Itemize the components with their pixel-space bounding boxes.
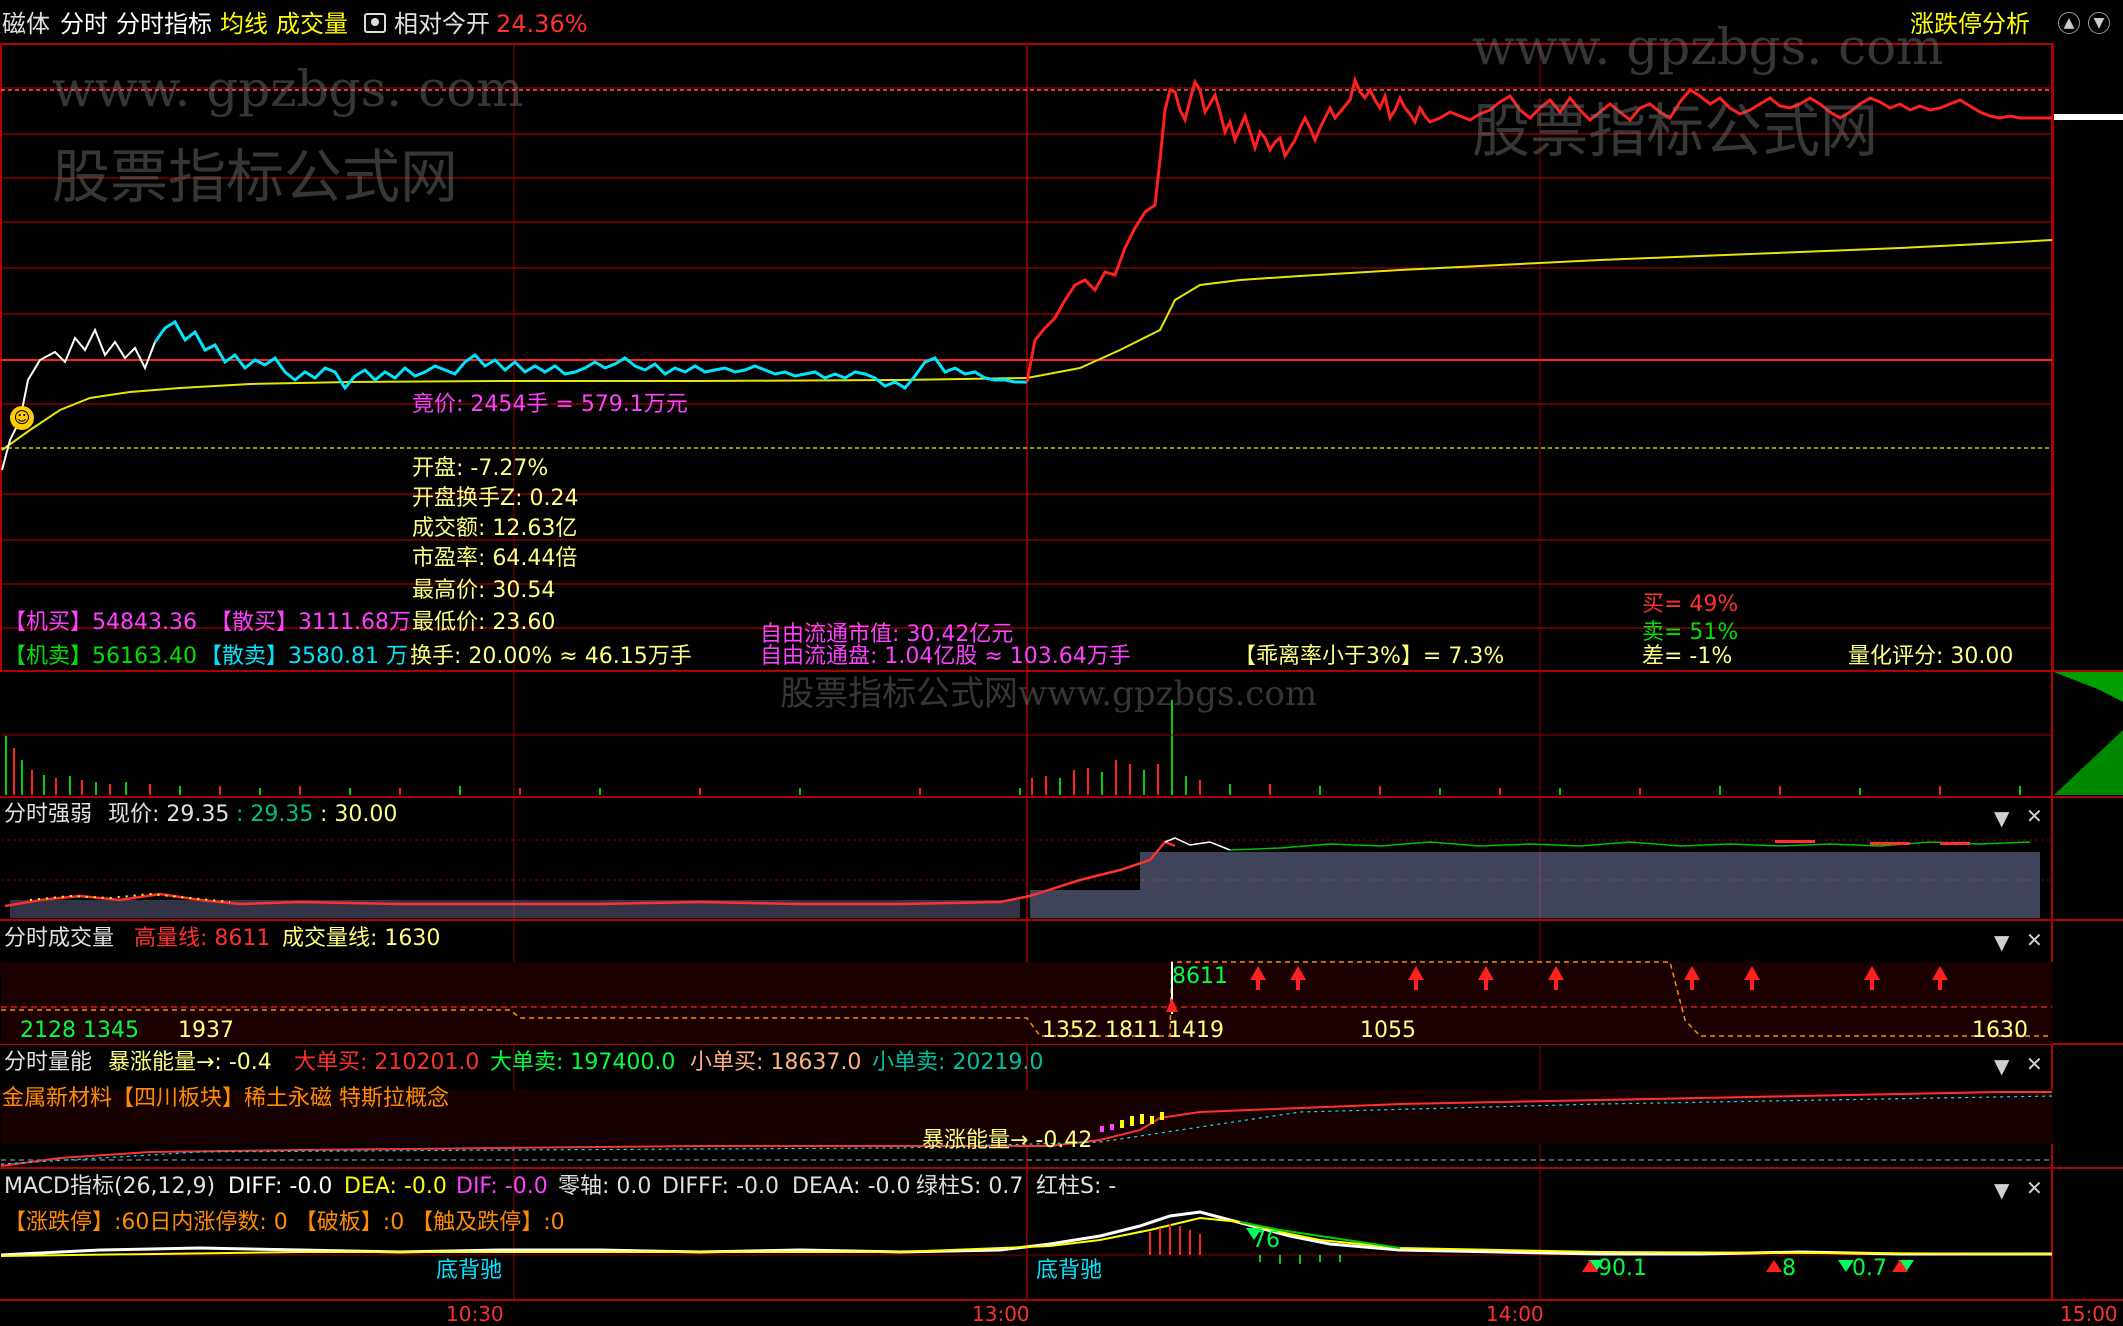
panel-macd-title[interactable]: MACD指标(26,12,9) [4, 1176, 215, 1198]
volume-label-8611: 8611 [1172, 964, 1228, 989]
low-price: 最低价: 23.60 [412, 610, 556, 635]
strength-value-2: : 30.00 [320, 802, 398, 827]
small-order-sell: 小单卖: 20219.0 [872, 1050, 1044, 1075]
macd-marker-2: 90.1 [1598, 1256, 1647, 1281]
divergence-label-2: 底背驰 [1036, 1258, 1103, 1283]
volume-label-1055: 1055 [1360, 1018, 1416, 1043]
panel-energy-menu-icon[interactable]: ▼ [1994, 1054, 2009, 1078]
panel-macd-close-icon[interactable]: ✕ [2026, 1176, 2043, 1200]
high-volume-line: 高量线: 8611 [134, 926, 271, 951]
free-float-cap: 自由流通市值: 30.42亿元 [760, 622, 1014, 647]
macd-red-bar: 红柱S: - [1036, 1174, 1117, 1199]
diff-percent: 差= -1% [1642, 644, 1733, 669]
macd-difff: DIFFF: -0.0 [662, 1174, 780, 1199]
price-tail-marker [2054, 114, 2123, 120]
strength-value-1: : 29.35 [236, 802, 314, 827]
smiley-icon: ☺ [10, 406, 34, 430]
high-price: 最高价: 30.54 [412, 578, 556, 603]
limit-stats: 【涨跌停】:60日内涨停数: 0 【破板】:0 【触及跌停】:0 [4, 1210, 565, 1235]
panel-energy-close-icon[interactable]: ✕ [2026, 1052, 2043, 1076]
strength-price: 现价: 29.35 [108, 802, 230, 827]
watermark-url-right: www. gpzbgs. com [1472, 18, 1944, 76]
macd-dea: DEA: -0.0 [344, 1174, 447, 1199]
time-label-1030: 10:30 [446, 1302, 504, 1326]
sell-percent: 卖= 51% [1642, 620, 1739, 645]
panel-energy-title[interactable]: 分时量能 [4, 1052, 92, 1074]
surge-energy: 暴涨能量→: -0.4 [108, 1050, 272, 1075]
time-label-1300: 13:00 [972, 1302, 1030, 1326]
panel-volume-close-icon[interactable]: ✕ [2026, 928, 2043, 952]
auction-info: 竟价: 2454手 = 579.1万元 [412, 392, 688, 417]
buy-percent: 买= 49% [1642, 592, 1739, 617]
macd-zero: 零轴: 0.0 [558, 1174, 652, 1199]
divergence-label-1: 底背驰 [436, 1258, 503, 1283]
small-order-buy: 小单买: 18637.0 [690, 1050, 862, 1075]
watermark-name-left: 股票指标公式网 [52, 143, 459, 211]
panel-volume-title[interactable]: 分时成交量 [4, 928, 114, 950]
inst-sell: 【机卖】56163.40 [4, 644, 197, 669]
macd-deaa: DEAA: -0.0 [792, 1174, 911, 1199]
panel-volume-menu-icon[interactable]: ▼ [1994, 930, 2009, 954]
macd-marker-3: 8 [1782, 1256, 1796, 1281]
time-label-1400: 14:00 [1486, 1302, 1544, 1326]
macd-marker-1: 76 [1252, 1228, 1280, 1253]
volume-label-left: 2128 1345 [20, 1018, 139, 1043]
amount: 成交额: 12.63亿 [412, 516, 578, 541]
quant-score: 量化评分: 30.00 [1848, 644, 2014, 669]
panel-strength-menu-icon[interactable]: ▼ [1994, 806, 2009, 830]
watermark-name-right: 股票指标公式网 [1472, 97, 1879, 165]
macd-green-bar: 绿柱S: 0.7 [916, 1174, 1024, 1199]
watermark-url-left: www. gpzbgs. com [52, 60, 524, 118]
volume-line: 成交量线: 1630 [282, 926, 441, 951]
retail-sell: 【散卖】3580.81 万 [200, 644, 408, 669]
macd-marker-4: 0.7 [1852, 1256, 1887, 1281]
panel-strength-close-icon[interactable]: ✕ [2026, 804, 2043, 828]
volume-label-mid: 1352 1811 1419 [1042, 1018, 1224, 1043]
open-turnover: 开盘换手Z: 0.24 [412, 486, 579, 511]
volume-label-1937: 1937 [178, 1018, 234, 1043]
inst-buy: 【机买】54843.36 [4, 610, 197, 635]
volume-label-1630: 1630 [1972, 1018, 2028, 1043]
time-label-1500: 15:00 [2060, 1302, 2118, 1326]
big-order-sell: 大单卖: 197400.0 [490, 1050, 676, 1075]
concept-tags: 金属新材料【四川板块】稀土永磁 特斯拉概念 [2, 1086, 449, 1111]
big-order-buy: 大单买: 210201.0 [294, 1050, 480, 1075]
macd-dif: DIF: -0.0 [456, 1174, 548, 1199]
deviation-rate: 【乖离率小于3%】= 7.3% [1234, 644, 1505, 669]
panel-macd-menu-icon[interactable]: ▼ [1994, 1178, 2009, 1202]
watermark-footer: 股票指标公式网www.gpzbgs.com [780, 674, 1318, 714]
turnover: 换手: 20.00% ≈ 46.15万手 [410, 644, 692, 669]
free-float-shares: 自由流通盘: 1.04亿股 ≈ 103.64万手 [760, 644, 1131, 669]
panel-strength-title[interactable]: 分时强弱 [4, 804, 92, 826]
open-pct: 开盘: -7.27% [412, 456, 549, 481]
retail-buy: 【散买】3111.68万 [210, 610, 411, 635]
surge-energy-label: 暴涨能量→ -0.42 [922, 1128, 1093, 1153]
macd-diff: DIFF: -0.0 [228, 1174, 333, 1199]
pe-ratio: 市盈率: 64.44倍 [412, 546, 578, 571]
